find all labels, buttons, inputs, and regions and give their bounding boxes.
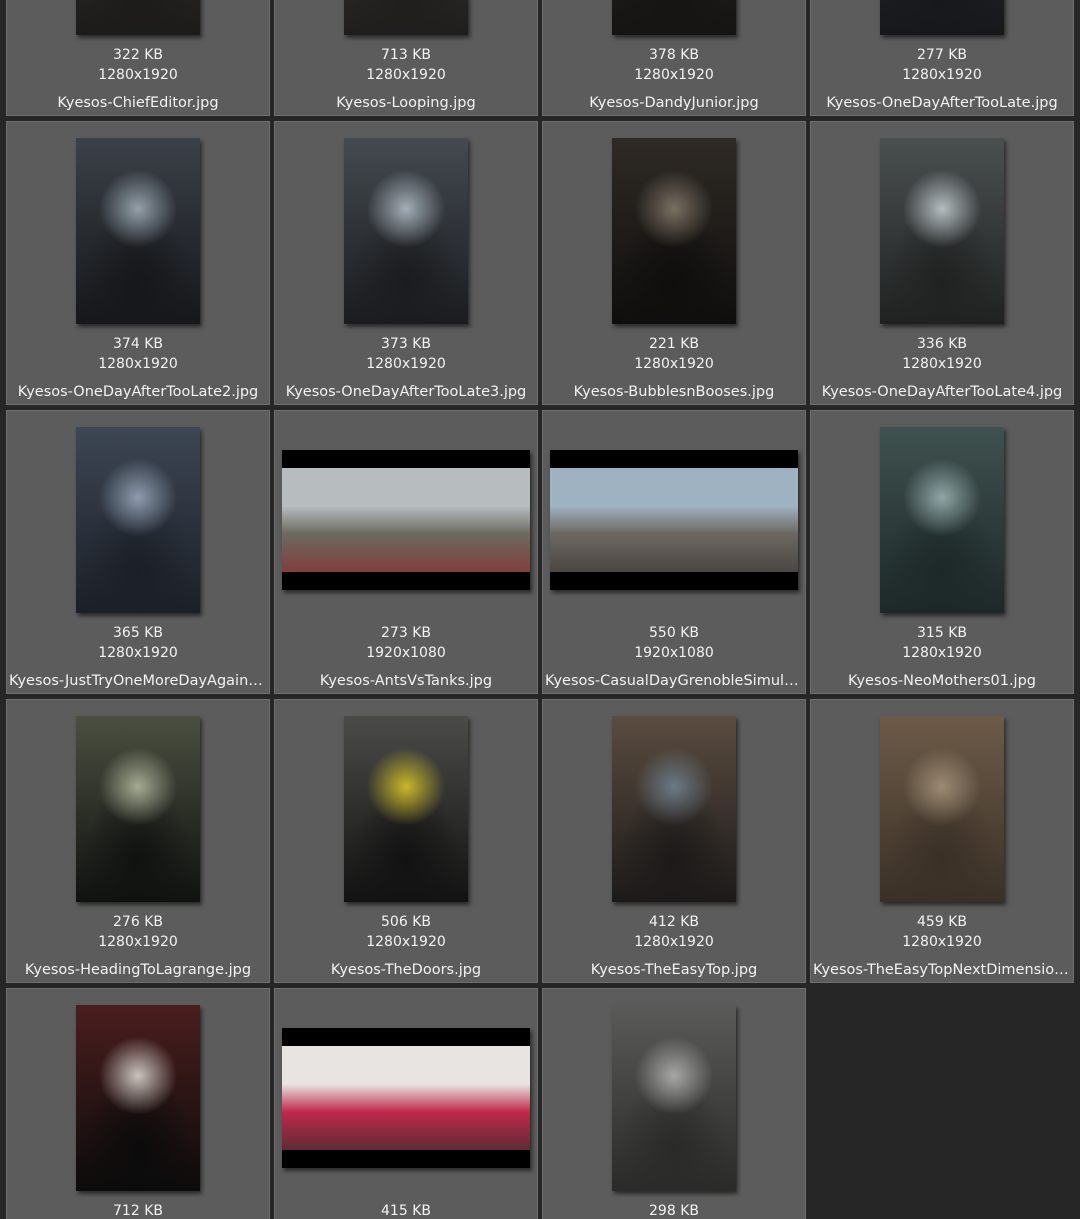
image-thumbnail xyxy=(550,450,798,590)
image-thumbnail xyxy=(76,716,200,902)
file-thumbnail-item[interactable]: 221 KB 1280x1920 Kyesos-BubblesnBooses.jpg xyxy=(542,121,806,405)
image-thumbnail xyxy=(612,0,736,35)
image-thumbnail xyxy=(880,138,1004,324)
file-size: 221 KB xyxy=(649,336,699,352)
file-name: Kyesos-OneDayAfterTooLate.jpg xyxy=(826,95,1058,111)
image-dimensions: 1920x1080 xyxy=(634,645,714,661)
file-size: 373 KB xyxy=(381,336,431,352)
file-name: Kyesos-DandyJunior.jpg xyxy=(589,95,759,111)
file-size: 713 KB xyxy=(381,47,431,63)
image-dimensions: 1280x1920 xyxy=(634,67,714,83)
file-thumbnail-item[interactable]: 415 KB xyxy=(274,988,538,1219)
file-thumbnail-item[interactable]: 506 KB 1280x1920 Kyesos-TheDoors.jpg xyxy=(274,699,538,983)
image-thumbnail xyxy=(76,427,200,613)
file-thumbnail-item[interactable]: 374 KB 1280x1920 Kyesos-OneDayAfterTooLate… xyxy=(6,121,270,405)
file-size: 378 KB xyxy=(649,47,699,63)
file-size: 336 KB xyxy=(917,336,967,352)
file-size: 315 KB xyxy=(917,625,967,641)
image-thumbnail xyxy=(880,0,1004,35)
image-dimensions: 1280x1920 xyxy=(98,645,178,661)
file-size: 506 KB xyxy=(381,914,431,930)
file-thumbnail-item[interactable]: 713 KB 1280x1920 Kyesos-Looping.jpg xyxy=(274,0,538,116)
file-thumbnail-item[interactable]: 298 KB xyxy=(542,988,806,1219)
file-size: 459 KB xyxy=(917,914,967,930)
file-size: 374 KB xyxy=(113,336,163,352)
file-thumbnail-item[interactable]: 322 KB 1280x1920 Kyesos-ChiefEditor.jpg xyxy=(6,0,270,116)
image-thumbnail xyxy=(612,1005,736,1191)
image-dimensions: 1280x1920 xyxy=(902,67,982,83)
image-thumbnail xyxy=(282,450,530,590)
file-name: Kyesos-ChiefEditor.jpg xyxy=(57,95,219,111)
image-thumbnail xyxy=(76,138,200,324)
image-thumbnail xyxy=(344,716,468,902)
file-name: Kyesos-HeadingToLagrange.jpg xyxy=(24,962,252,978)
image-dimensions: 1280x1920 xyxy=(366,356,446,372)
file-name: Kyesos-BubblesnBooses.jpg xyxy=(573,384,775,400)
image-thumbnail xyxy=(76,1005,200,1191)
image-thumbnail xyxy=(612,138,736,324)
image-dimensions: 1280x1920 xyxy=(98,356,178,372)
file-size: 712 KB xyxy=(113,1203,163,1219)
image-thumbnail xyxy=(344,138,468,324)
file-name: Kyesos-TheEasyTop.jpg xyxy=(590,962,758,978)
file-size: 415 KB xyxy=(381,1203,431,1219)
file-thumbnail-item[interactable]: 459 KB 1280x1920 Kyesos-TheEasyTopNextDime… xyxy=(810,699,1074,983)
file-thumbnail-item[interactable]: 550 KB 1920x1080 Kyesos-CasualDayGrenobleS… xyxy=(542,410,806,694)
image-dimensions: 1280x1920 xyxy=(366,934,446,950)
file-size: 322 KB xyxy=(113,47,163,63)
file-thumbnail-item[interactable]: 378 KB 1280x1920 Kyesos-DandyJunior.jpg xyxy=(542,0,806,116)
file-name: Kyesos-AntsVsTanks.jpg xyxy=(319,673,493,689)
file-size: 298 KB xyxy=(649,1203,699,1219)
image-dimensions: 1280x1920 xyxy=(902,934,982,950)
image-dimensions: 1280x1920 xyxy=(634,934,714,950)
file-size: 412 KB xyxy=(649,914,699,930)
image-dimensions: 1280x1920 xyxy=(98,67,178,83)
file-thumbnail-item[interactable]: 277 KB 1280x1920 Kyesos-OneDayAfterTooLate… xyxy=(810,0,1074,116)
image-thumbnail xyxy=(880,427,1004,613)
file-name: Kyesos-TheEasyTopNextDimension.jpg xyxy=(813,962,1073,978)
file-size: 550 KB xyxy=(649,625,699,641)
file-name: Kyesos-OneDayAfterTooLate3.jpg xyxy=(285,384,527,400)
file-thumbnail-item[interactable]: 273 KB 1920x1080 Kyesos-AntsVsTanks.jpg xyxy=(274,410,538,694)
image-dimensions: 1280x1920 xyxy=(98,934,178,950)
file-thumbnail-item[interactable]: 276 KB 1280x1920 Kyesos-HeadingToLagrange.… xyxy=(6,699,270,983)
file-name: Kyesos-CasualDayGrenobleSimulation.jpg xyxy=(545,673,805,689)
thumbnail-grid: 322 KB 1280x1920 Kyesos-ChiefEditor.jpg 713… xyxy=(0,0,1080,1219)
image-dimensions: 1920x1080 xyxy=(366,645,446,661)
image-thumbnail xyxy=(282,1028,530,1168)
file-thumbnail-item[interactable]: 315 KB 1280x1920 Kyesos-NeoMothers01.jpg xyxy=(810,410,1074,694)
image-dimensions: 1280x1920 xyxy=(366,67,446,83)
file-name: Kyesos-JustTryOneMoreDayAgain.jpg xyxy=(9,673,269,689)
file-name: Kyesos-TheDoors.jpg xyxy=(330,962,482,978)
file-name: Kyesos-OneDayAfterTooLate4.jpg xyxy=(821,384,1063,400)
file-name: Kyesos-OneDayAfterTooLate2.jpg xyxy=(17,384,259,400)
file-thumbnail-item[interactable]: 412 KB 1280x1920 Kyesos-TheEasyTop.jpg xyxy=(542,699,806,983)
image-dimensions: 1280x1920 xyxy=(902,356,982,372)
file-name: Kyesos-Looping.jpg xyxy=(336,95,476,111)
image-thumbnail xyxy=(76,0,200,35)
image-thumbnail xyxy=(612,716,736,902)
file-name: Kyesos-NeoMothers01.jpg xyxy=(848,673,1036,689)
file-size: 276 KB xyxy=(113,914,163,930)
file-thumbnail-item[interactable]: 712 KB xyxy=(6,988,270,1219)
file-size: 277 KB xyxy=(917,47,967,63)
file-size: 365 KB xyxy=(113,625,163,641)
file-size: 273 KB xyxy=(381,625,431,641)
image-thumbnail xyxy=(344,0,468,35)
image-dimensions: 1280x1920 xyxy=(634,356,714,372)
image-dimensions: 1280x1920 xyxy=(902,645,982,661)
file-thumbnail-item[interactable]: 336 KB 1280x1920 Kyesos-OneDayAfterTooLate… xyxy=(810,121,1074,405)
file-thumbnail-item[interactable]: 365 KB 1280x1920 Kyesos-JustTryOneMoreDayA… xyxy=(6,410,270,694)
image-thumbnail xyxy=(880,716,1004,902)
file-thumbnail-item[interactable]: 373 KB 1280x1920 Kyesos-OneDayAfterTooLate… xyxy=(274,121,538,405)
